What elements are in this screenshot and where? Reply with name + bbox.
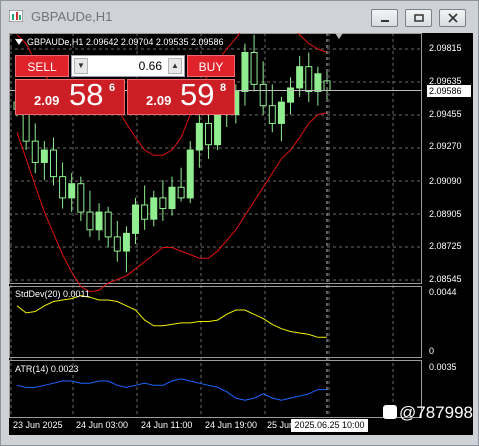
watermark-logo-icon	[383, 405, 397, 419]
candle-body	[204, 122, 212, 146]
candle-body	[250, 52, 258, 85]
candle-body	[150, 197, 158, 220]
lot-decrease-icon[interactable]: ▼	[74, 58, 88, 74]
chart-shift-marker-icon	[335, 33, 343, 39]
candle-body	[159, 197, 167, 210]
candle-body	[59, 176, 67, 199]
candle-body	[31, 140, 39, 163]
window-title: GBPAUDe,H1	[31, 9, 113, 24]
atr-label: ATR(14) 0.0023	[15, 364, 79, 374]
candle-body	[95, 211, 103, 231]
candle-body	[186, 149, 194, 199]
candle-body	[314, 73, 322, 93]
candle-body	[104, 211, 112, 238]
sell-quote-pips: 58	[69, 77, 104, 112]
price-label: 2.08905	[429, 209, 462, 219]
restore-button[interactable]	[405, 9, 432, 27]
price-label: 2.09270	[429, 141, 462, 151]
crosshair-time-tag: 2025.06.25 10:00	[291, 419, 368, 432]
time-label: 25 Jun	[267, 420, 295, 430]
candle-body	[40, 149, 48, 163]
close-button[interactable]	[439, 9, 466, 27]
sell-quote-fraction: 6	[109, 82, 116, 94]
candle-body	[305, 66, 313, 93]
candle-body	[195, 122, 203, 151]
sell-quote-prefix: 2.09	[34, 93, 60, 108]
candle-body	[277, 101, 285, 124]
lot-size-stepper[interactable]: ▼ 0.66 ▲	[71, 55, 185, 77]
chart-area[interactable]: GBPAUDe,H1 2.09642 2.09704 2.09535 2.095…	[9, 33, 473, 435]
candle-body	[141, 204, 149, 220]
title-bar[interactable]: GBPAUDe,H1	[1, 1, 478, 32]
price-label: 2.08725	[429, 241, 462, 251]
time-label: 24 Jun 03:00	[76, 420, 129, 430]
dropdown-triangle-icon[interactable]	[15, 39, 23, 45]
buy-button[interactable]: BUY	[187, 55, 235, 77]
lot-size-input[interactable]: 0.66	[90, 56, 166, 76]
candle-body	[49, 149, 57, 178]
candle-body	[177, 186, 185, 199]
buy-quote-pips: 59	[180, 77, 215, 112]
time-label: 24 Jun 19:00	[205, 420, 258, 430]
candle-body	[68, 183, 76, 199]
sell-button[interactable]: SELL	[15, 55, 69, 77]
candle-body	[259, 83, 267, 107]
candle-body	[132, 204, 140, 234]
indicator-lines	[16, 295, 327, 401]
watermark-text: @787998	[399, 403, 473, 422]
candle-body	[296, 66, 304, 89]
atr-line	[16, 378, 327, 401]
candle-body	[168, 186, 176, 210]
candle-body	[241, 52, 249, 93]
minimize-icon	[381, 20, 389, 22]
lot-increase-icon[interactable]: ▲	[168, 58, 182, 74]
chart-window: GBPAUDe,H1 GBPAUDe,H1 2.09642 2.09704 2.…	[0, 0, 479, 446]
stddev-axis-label: 0.0044	[429, 287, 457, 297]
buy-quote-fraction: 8	[220, 82, 227, 94]
chart-window-icon	[9, 10, 23, 22]
candle-body	[86, 211, 94, 231]
time-label: 23 Jun 2025	[13, 420, 63, 430]
symbol-ohlc: GBPAUDe,H1 2.09642 2.09704 2.09535 2.095…	[27, 37, 224, 47]
atr-axis-label: 0.0035	[429, 362, 457, 372]
restore-icon	[414, 14, 424, 22]
candle-body	[122, 232, 130, 252]
price-label: 2.08545	[429, 274, 462, 284]
minimize-button[interactable]	[371, 9, 398, 27]
watermark: @787998	[383, 403, 473, 423]
candle-body	[77, 183, 85, 213]
buy-quote[interactable]: 2.09 59 8	[127, 77, 235, 115]
time-label: 24 Jun 11:00	[141, 420, 193, 430]
stddev-line	[16, 295, 327, 338]
sell-quote[interactable]: 2.09 58 6	[15, 77, 125, 115]
stddev-axis-label: 0	[429, 346, 435, 356]
close-icon	[448, 13, 458, 23]
candle-body	[113, 236, 121, 252]
symbol-header: GBPAUDe,H1 2.09642 2.09704 2.09535 2.095…	[15, 37, 223, 47]
stddev-label: StdDev(20) 0.0011	[15, 289, 90, 299]
price-label: 2.09090	[429, 176, 462, 186]
current-price-tag: 2.09586	[427, 85, 471, 97]
candle-body	[268, 105, 276, 124]
price-label: 2.09455	[429, 109, 462, 119]
buy-quote-prefix: 2.09	[146, 93, 172, 108]
price-label: 2.09815	[429, 43, 462, 53]
